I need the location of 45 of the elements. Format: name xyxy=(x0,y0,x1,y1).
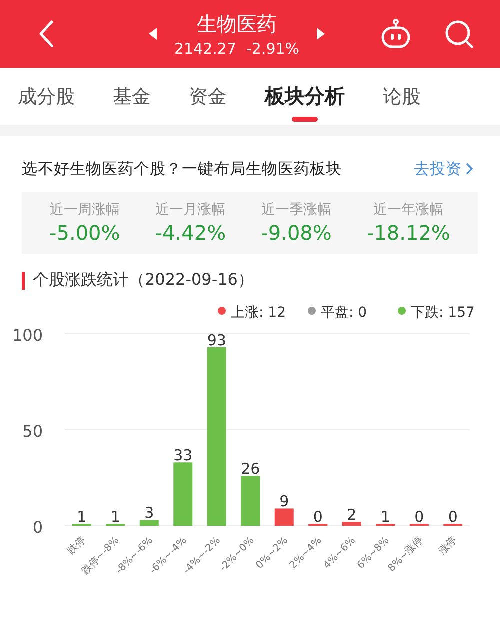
return-label: 近一周涨幅 xyxy=(50,201,120,219)
section-marker xyxy=(22,272,25,290)
x-axis-label: 跌停 xyxy=(66,535,88,558)
bar-value-label: 9 xyxy=(280,492,290,511)
search-icon[interactable] xyxy=(444,19,474,49)
legend-label: 下跌: 157 xyxy=(411,305,475,321)
bar-value-label: 1 xyxy=(110,508,120,526)
return-label: 近一月涨幅 xyxy=(156,201,226,219)
bar-value-label: 0 xyxy=(414,508,424,526)
return-label: 近一年涨幅 xyxy=(374,201,444,219)
return-label: 近一季涨幅 xyxy=(262,201,332,219)
bar-value-label: 1 xyxy=(380,508,390,526)
sector-title: 生物医药 xyxy=(196,10,277,38)
bar-value-label: 3 xyxy=(144,504,154,522)
tab[interactable]: 论股 xyxy=(383,68,421,125)
next-triangle-icon[interactable] xyxy=(316,27,326,41)
robot-icon[interactable] xyxy=(380,19,412,49)
y-axis-label: 0 xyxy=(32,518,43,537)
section-title: 个股涨跌统计（2022-09-16） xyxy=(33,270,254,291)
tab[interactable]: 资金 xyxy=(189,68,227,125)
bar-value-label: 0 xyxy=(448,508,458,526)
promo-text: 选不好生物医药个股？一键布局生物医药板块 xyxy=(22,158,342,180)
return-value: -18.12% xyxy=(366,221,450,245)
tab[interactable]: 成分股 xyxy=(18,68,75,125)
previous-triangle-icon[interactable] xyxy=(148,27,158,41)
bar-value-label: 26 xyxy=(241,460,260,478)
return-value: -5.00% xyxy=(50,221,120,245)
tab[interactable]: 板块分析 xyxy=(265,68,345,125)
bar-value-label: 1 xyxy=(77,508,87,526)
sector-price: 2142.27 xyxy=(174,40,236,58)
y-axis-label: 50 xyxy=(22,422,43,441)
bar-value-label: 0 xyxy=(313,508,323,526)
bar-value-label: 93 xyxy=(207,331,226,350)
return-value: -9.08% xyxy=(261,221,332,245)
sector-change: -2.91% xyxy=(246,40,300,58)
chevron-right-icon[interactable] xyxy=(466,163,474,175)
legend-label: 上涨: 12 xyxy=(231,305,286,321)
x-axis-label: 涨停 xyxy=(437,535,460,558)
return-value: -4.42% xyxy=(155,221,226,245)
y-axis-label: 100 xyxy=(12,326,43,345)
tab[interactable]: 基金 xyxy=(113,68,151,125)
back-icon[interactable] xyxy=(38,20,54,48)
bar-value-label: 33 xyxy=(174,446,193,465)
legend-label: 平盘: 0 xyxy=(321,305,368,321)
bar-value-label: 2 xyxy=(347,506,357,524)
